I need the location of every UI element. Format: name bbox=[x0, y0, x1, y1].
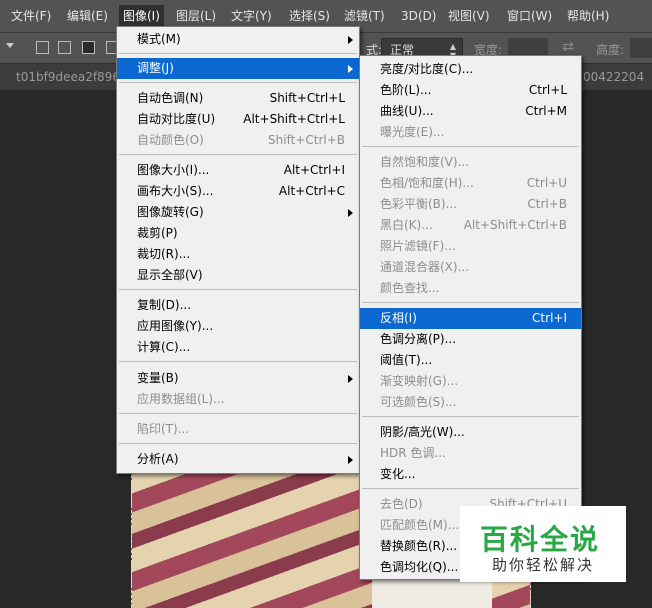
submenu-arrow-icon bbox=[348, 209, 353, 217]
height-label: 高度: bbox=[596, 43, 625, 57]
menu-item-exposure: 曝光度(E)... bbox=[380, 125, 445, 139]
menu-image[interactable]: 图像(I) bbox=[119, 5, 164, 27]
menu-edit[interactable]: 编辑(E) bbox=[67, 7, 108, 25]
menu-select[interactable]: 选择(S) bbox=[289, 7, 330, 25]
watermark-title: 百科全说 bbox=[480, 523, 601, 556]
height-input[interactable] bbox=[630, 38, 652, 58]
menu-view[interactable]: 视图(V) bbox=[448, 7, 490, 25]
menu-divider bbox=[119, 154, 357, 155]
menu-item-calculations[interactable]: 计算(C)... bbox=[117, 337, 359, 358]
document-tab-2[interactable]: 00422204 bbox=[583, 70, 644, 84]
menu-item-reveal-all[interactable]: 显示全部(V) bbox=[117, 265, 359, 286]
watermark-subtitle: 助你轻松解决 bbox=[492, 556, 595, 574]
submenu-arrow-icon bbox=[348, 456, 353, 464]
menu-item-canvas-size[interactable]: 画布大小(S)... Alt+Ctrl+C bbox=[117, 181, 359, 202]
document-tab[interactable]: t01bf9deea2f8968 bbox=[16, 70, 128, 84]
menu-item-variables[interactable]: 变量(B) bbox=[117, 368, 359, 389]
menu-item-apply-data-set: 应用数据组(L)... bbox=[137, 392, 225, 406]
menu-item-auto-tone[interactable]: 自动色调(N) Shift+Ctrl+L bbox=[117, 88, 359, 109]
menu-divider bbox=[119, 413, 357, 414]
menu-item-shadows-highlights[interactable]: 阴影/高光(W)... bbox=[360, 422, 581, 443]
watermark-logo: 百科全说 助你轻松解决 bbox=[460, 506, 626, 582]
menu-window[interactable]: 窗口(W) bbox=[507, 7, 552, 25]
adjustments-submenu: 亮度/对比度(C)... 色阶(L)... Ctrl+L 曲线(U)... Ctrl… bbox=[359, 55, 582, 580]
menu-3d[interactable]: 3D(D) bbox=[401, 7, 436, 25]
menu-item-hue-saturation: 色相/饱和度(H)... Ctrl+U bbox=[380, 176, 567, 190]
menu-item-curves[interactable]: 曲线(U)... Ctrl+M bbox=[360, 101, 581, 122]
menu-item-vibrance: 自然饱和度(V)... bbox=[380, 155, 470, 169]
menu-divider bbox=[362, 302, 579, 303]
menu-divider bbox=[119, 443, 357, 444]
menu-divider bbox=[119, 53, 357, 54]
menu-divider bbox=[362, 488, 579, 489]
menu-item-invert[interactable]: 反相(I) Ctrl+I bbox=[360, 308, 581, 329]
menu-divider bbox=[362, 146, 579, 147]
menu-item-trap: 陷印(T)... bbox=[137, 422, 190, 436]
menu-item-levels[interactable]: 色阶(L)... Ctrl+L bbox=[360, 80, 581, 101]
submenu-arrow-icon bbox=[348, 375, 353, 383]
menu-item-image-rotation[interactable]: 图像旋转(G) bbox=[117, 202, 359, 223]
menu-item-posterize[interactable]: 色调分离(P)... bbox=[360, 329, 581, 350]
menu-item-gradient-map: 渐变映射(G)... bbox=[380, 374, 459, 388]
subtract-selection-icon[interactable] bbox=[82, 41, 95, 54]
menu-layer[interactable]: 图层(L) bbox=[176, 7, 216, 25]
menu-item-color-lookup: 颜色查找... bbox=[380, 281, 440, 295]
menu-divider bbox=[119, 361, 357, 362]
menu-item-hdr-toning: HDR 色调... bbox=[380, 446, 446, 460]
menu-item-adjust[interactable]: 调整(J) bbox=[117, 58, 359, 79]
menu-item-variations[interactable]: 变化... bbox=[360, 464, 581, 485]
menu-help[interactable]: 帮助(H) bbox=[567, 7, 609, 25]
image-menu: 模式(M) 调整(J) 自动色调(N) Shift+Ctrl+L 自动对比度(U)… bbox=[116, 26, 360, 474]
menu-item-trim[interactable]: 裁切(R)... bbox=[117, 244, 359, 265]
add-selection-icon[interactable] bbox=[58, 41, 71, 54]
menu-filter[interactable]: 滤镜(T) bbox=[344, 7, 385, 25]
menu-item-apply-image[interactable]: 应用图像(Y)... bbox=[117, 316, 359, 337]
menu-item-duplicate[interactable]: 复制(D)... bbox=[117, 295, 359, 316]
menu-item-analysis[interactable]: 分析(A) bbox=[117, 449, 359, 470]
menu-item-channel-mixer: 通道混合器(X)... bbox=[380, 260, 470, 274]
menu-divider bbox=[119, 289, 357, 290]
menu-item-color-balance: 色彩平衡(B)... Ctrl+B bbox=[380, 197, 567, 211]
menu-item-brightness-contrast[interactable]: 亮度/对比度(C)... bbox=[360, 59, 581, 80]
menu-item-auto-contrast[interactable]: 自动对比度(U) Alt+Shift+Ctrl+L bbox=[117, 109, 359, 130]
menu-item-black-white: 黑白(K)... Alt+Shift+Ctrl+B bbox=[380, 218, 567, 232]
menu-file[interactable]: 文件(F) bbox=[11, 7, 51, 25]
menu-divider bbox=[362, 416, 579, 417]
new-selection-icon[interactable] bbox=[36, 41, 49, 54]
submenu-arrow-icon bbox=[348, 65, 353, 73]
menu-item-threshold[interactable]: 阈值(T)... bbox=[360, 350, 581, 371]
menu-item-photo-filter: 照片滤镜(F)... bbox=[380, 239, 456, 253]
menu-item-selective-color: 可选颜色(S)... bbox=[380, 395, 457, 409]
menu-item-image-size[interactable]: 图像大小(I)... Alt+Ctrl+I bbox=[117, 160, 359, 181]
swap-icon[interactable]: ⇄ bbox=[562, 39, 574, 55]
submenu-arrow-icon bbox=[348, 36, 353, 44]
menu-item-auto-color: 自动颜色(O) Shift+Ctrl+B bbox=[137, 133, 345, 147]
menu-divider bbox=[119, 82, 357, 83]
tool-preset-chevron-icon[interactable] bbox=[6, 43, 14, 48]
menu-item-mode[interactable]: 模式(M) bbox=[117, 29, 359, 50]
menu-type[interactable]: 文字(Y) bbox=[231, 7, 272, 25]
menu-item-crop[interactable]: 裁剪(P) bbox=[117, 223, 359, 244]
